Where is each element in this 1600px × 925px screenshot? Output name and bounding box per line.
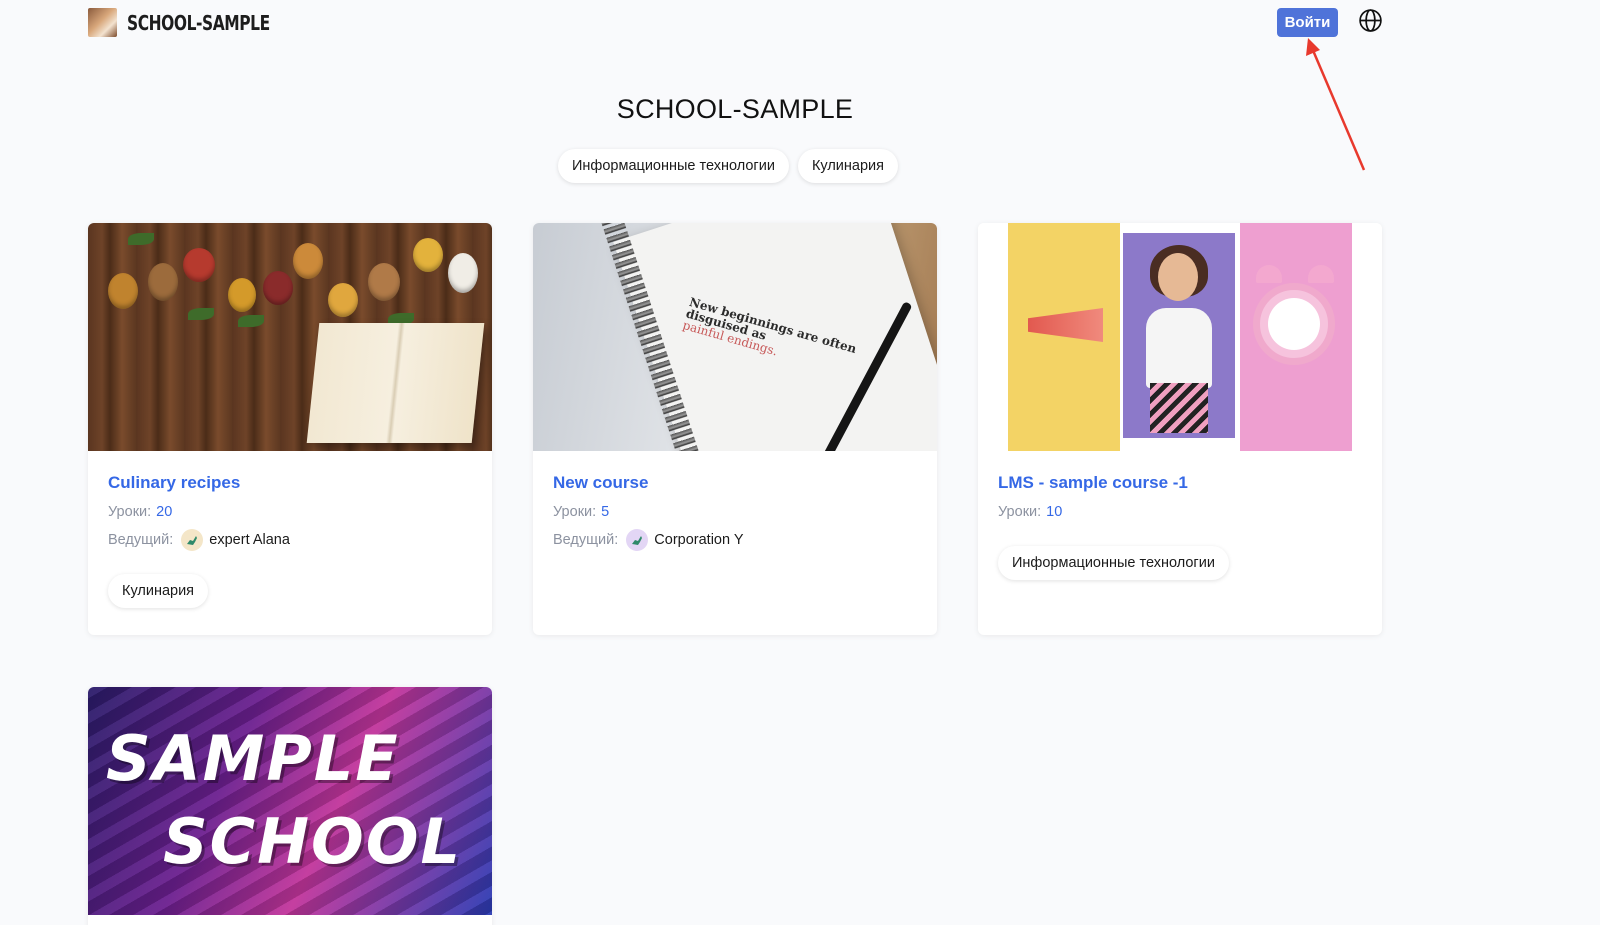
category-filters: Информационные технологии Кулинария — [558, 149, 898, 183]
lessons-label: Уроки: — [998, 504, 1042, 520]
top-bar: SCHOOL-SAMPLE Войти — [0, 0, 1600, 44]
host-label: Ведущий: — [108, 532, 174, 548]
course-card-new[interactable]: New beginnings are often disguised as pa… — [533, 223, 937, 635]
course-card-culinary[interactable]: Culinary recipes Уроки: 20 Ведущий: expe… — [88, 223, 492, 635]
course-image-collage — [978, 223, 1382, 451]
course-card-sample-school[interactable]: SAMPLE SCHOOL — [88, 687, 492, 925]
lessons-count: Уроки: 5 — [553, 504, 917, 520]
dino-avatar-icon — [181, 529, 204, 551]
lessons-label: Уроки: — [553, 504, 597, 520]
host-label: Ведущий: — [553, 532, 619, 548]
course-image-sample-school: SAMPLE SCHOOL — [88, 687, 492, 915]
course-image-notebook: New beginnings are often disguised as pa… — [533, 223, 937, 451]
login-button[interactable]: Войти — [1277, 8, 1338, 37]
brand-name: SCHOOL-SAMPLE — [127, 10, 270, 35]
page-title: SCHOOL-SAMPLE — [616, 94, 854, 124]
lessons-count: Уроки: 10 — [998, 504, 1362, 520]
filter-chip-it[interactable]: Информационные технологии — [558, 149, 789, 183]
course-title[interactable]: New course — [553, 473, 917, 493]
course-tag[interactable]: Информационные технологии — [998, 546, 1229, 580]
course-image-culinary — [88, 223, 492, 451]
lessons-value: 5 — [601, 504, 610, 520]
filter-chip-culinary[interactable]: Кулинария — [797, 149, 898, 183]
lessons-count: Уроки: 20 — [108, 504, 472, 520]
brand-logo-image — [88, 8, 117, 37]
course-host: Ведущий: expert Alana — [108, 529, 472, 551]
brand-logo-link[interactable]: SCHOOL-SAMPLE — [88, 8, 293, 37]
image-text-school: SCHOOL — [163, 805, 462, 878]
course-host: Ведущий: Corporation Y — [553, 529, 917, 551]
course-card-lms[interactable]: LMS - sample course -1 Уроки: 10 Информа… — [978, 223, 1382, 635]
dino-avatar-icon — [626, 529, 649, 551]
lessons-value: 10 — [1046, 504, 1063, 520]
globe-icon[interactable] — [1358, 8, 1383, 33]
image-text-sample: SAMPLE — [106, 722, 400, 795]
lessons-value: 20 — [156, 504, 173, 520]
host-name: expert Alana — [209, 532, 290, 548]
host-name: Corporation Y — [654, 532, 744, 548]
course-title[interactable]: LMS - sample course -1 — [998, 473, 1362, 493]
course-title[interactable]: Culinary recipes — [108, 473, 472, 493]
lessons-label: Уроки: — [108, 504, 152, 520]
course-tag[interactable]: Кулинария — [108, 574, 209, 608]
